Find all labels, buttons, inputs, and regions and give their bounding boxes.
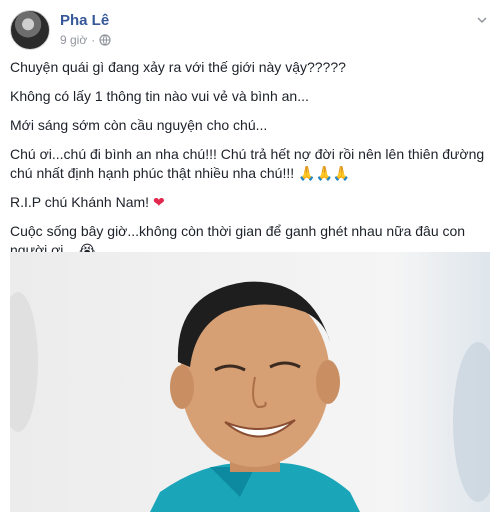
globe-icon[interactable]	[99, 34, 111, 46]
post-line-text: R.I.P chú Khánh Nam!	[10, 194, 150, 210]
pray-emoji-icon: 🙏🙏🙏	[298, 165, 351, 181]
facebook-post: Pha Lê 9 giờ · Chuyện quái gì đang xảy r…	[0, 0, 500, 512]
post-content: Chuyện quái gì đang xảy ra với thế giới …	[10, 58, 490, 270]
chevron-down-icon[interactable]	[476, 14, 488, 26]
post-line-text: Chú ơi...chú đi bình an nha chú!!! Chú t…	[10, 146, 485, 181]
post-time[interactable]: 9 giờ	[60, 33, 87, 47]
post-photo[interactable]	[10, 252, 490, 512]
post-line: Chuyện quái gì đang xảy ra với thế giới …	[10, 59, 346, 75]
post-line: Không có lấy 1 thông tin nào vui vẻ và b…	[10, 88, 309, 104]
post-meta: 9 giờ ·	[60, 33, 111, 47]
post-line: Mới sáng sớm còn cầu nguyện cho chú...	[10, 117, 268, 133]
author-name[interactable]: Pha Lê	[60, 12, 109, 29]
post-line: Chú ơi...chú đi bình an nha chú!!! Chú t…	[10, 145, 490, 183]
meta-separator: ·	[91, 33, 96, 47]
heart-emoji-icon: ❤	[152, 194, 165, 210]
post-header: Pha Lê 9 giờ ·	[10, 8, 490, 52]
post-line: R.I.P chú Khánh Nam! ❤	[10, 193, 490, 212]
avatar[interactable]	[10, 10, 50, 50]
portrait-image	[10, 252, 490, 512]
